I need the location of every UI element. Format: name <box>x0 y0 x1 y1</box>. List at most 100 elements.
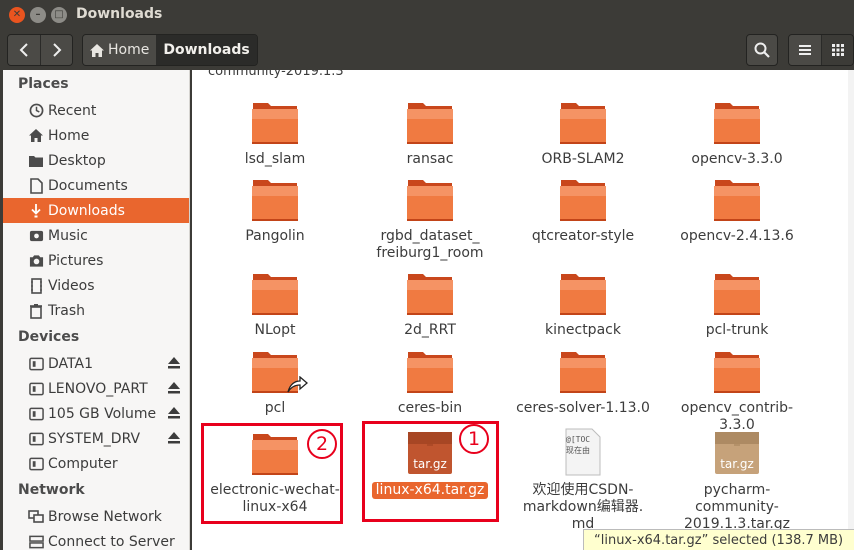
sidebar-item-videos[interactable]: Videos <box>3 273 189 298</box>
music-icon <box>27 227 45 245</box>
sidebar-item-desktop[interactable]: Desktop <box>3 148 189 173</box>
file-view: community-2019.1.3 lsd_slam ransac ORB-SLA… <box>192 70 854 550</box>
eject-icon[interactable] <box>167 431 181 445</box>
drive-icon <box>27 380 45 398</box>
sidebar-item-data1[interactable]: DATA1 <box>3 351 189 376</box>
folder-item[interactable]: kinectpack <box>508 268 658 339</box>
eject-icon[interactable] <box>167 381 181 395</box>
folder-icon <box>250 97 300 145</box>
sidebar-item-downloads[interactable]: Downloads <box>3 198 189 223</box>
drive-icon <box>27 355 45 373</box>
devices-header: Devices <box>18 329 80 345</box>
sidebar-item-label: Documents <box>48 177 128 194</box>
grid-view-button[interactable] <box>821 35 853 65</box>
folder-icon <box>405 97 455 145</box>
folder-item[interactable]: ceres-bin <box>355 346 505 417</box>
breadcrumb-home-label: Home <box>108 42 150 58</box>
sidebar-item-label: SYSTEM_DRV <box>48 430 141 447</box>
sidebar-item-105-gb-volume[interactable]: 105 GB Volume <box>3 401 189 426</box>
file-label: lsd_slam <box>244 151 306 167</box>
folder-item[interactable]: ransac <box>355 97 505 168</box>
sidebar-item-label: Computer <box>48 455 118 472</box>
folder-icon <box>558 97 608 145</box>
minimize-window-button[interactable]: – <box>30 7 46 23</box>
file-item[interactable]: tar.gz pycharm- community- 2019.1.3.tar.g… <box>662 428 812 533</box>
sidebar: Places Recent Home Desktop Documents Downloa… <box>3 70 190 550</box>
sidebar-item-browse-network[interactable]: Browse Network <box>3 504 189 529</box>
sidebar-item-trash[interactable]: Trash <box>3 298 189 323</box>
folder-icon <box>712 268 762 316</box>
sidebar-item-label: Home <box>48 127 90 144</box>
sidebar-item-system-drv[interactable]: SYSTEM_DRV <box>3 426 189 451</box>
maximize-window-button[interactable]: □ <box>51 7 67 23</box>
sidebar-item-computer[interactable]: Computer <box>3 451 189 476</box>
sidebar-item-lenovo-part[interactable]: LENOVO_PART <box>3 376 189 401</box>
sidebar-item-recent[interactable]: Recent <box>3 98 189 123</box>
folder-item[interactable]: pcl-trunk <box>662 268 812 339</box>
folder-item[interactable]: opencv-2.4.13.6 <box>662 174 812 245</box>
file-label: pcl <box>264 400 286 416</box>
folder-item[interactable]: Pangolin <box>200 174 350 245</box>
folder-item[interactable]: qtcreator-style <box>508 174 658 245</box>
close-window-button[interactable]: ✕ <box>9 7 25 23</box>
sidebar-item-label: Trash <box>48 302 85 319</box>
sidebar-item-label: Music <box>48 227 88 244</box>
file-label: opencv-3.3.0 <box>691 151 783 167</box>
folder-item[interactable]: rgbd_dataset_ freiburg1_room <box>355 174 505 262</box>
drive-icon <box>27 455 45 473</box>
sidebar-item-label: Desktop <box>48 152 106 169</box>
sidebar-item-connect-to-server[interactable]: Connect to Server <box>3 529 189 550</box>
file-label: ransac <box>406 151 454 167</box>
text-file-icon: @[TOC 现在由 <box>558 428 608 476</box>
sidebar-item-pictures[interactable]: Pictures <box>3 248 189 273</box>
window-title: Downloads <box>76 6 163 22</box>
drive-icon <box>27 405 45 423</box>
folder-item[interactable]: pcl <box>200 346 350 417</box>
home-icon <box>27 127 45 145</box>
folder-item[interactable]: ceres-solver-1.13.0 <box>508 346 658 417</box>
file-label: 欢迎使用CSDN- markdown编辑器. md <box>522 482 644 532</box>
folder-item[interactable]: NLopt <box>200 268 350 339</box>
sidebar-item-documents[interactable]: Documents <box>3 173 189 198</box>
film-icon <box>27 277 45 295</box>
folder-icon <box>712 346 762 394</box>
list-view-button[interactable] <box>789 35 821 65</box>
folder-icon <box>558 174 608 222</box>
sidebar-item-label: Downloads <box>48 202 125 219</box>
folder-item[interactable]: ORB-SLAM2 <box>508 97 658 168</box>
folder-icon <box>712 174 762 222</box>
folder-icon <box>558 346 608 394</box>
folder-icon <box>250 174 300 222</box>
network-header: Network <box>18 482 85 498</box>
search-button[interactable] <box>746 34 778 66</box>
breadcrumb-home[interactable]: Home <box>83 35 157 65</box>
folder-item[interactable]: lsd_slam <box>200 97 350 168</box>
file-label: qtcreator-style <box>531 228 635 244</box>
sidebar-item-label: 105 GB Volume <box>48 405 157 422</box>
eject-icon[interactable] <box>167 406 181 420</box>
breadcrumb: Home Downloads <box>82 34 258 66</box>
breadcrumb-downloads[interactable]: Downloads <box>156 35 257 65</box>
svg-text:@[TOC: @[TOC <box>566 435 590 444</box>
network-icon <box>27 508 45 526</box>
annotation-badge-2: 2 <box>307 429 337 459</box>
scrollbar[interactable] <box>848 70 854 530</box>
folder-item[interactable]: opencv_contrib- 3.3.0 <box>662 346 812 434</box>
status-bar: “linux-x64.tar.gz” selected (138.7 MB) <box>583 529 854 550</box>
file-label-partial[interactable]: community-2019.1.3 <box>208 70 344 79</box>
archive-icon: tar.gz <box>712 428 762 476</box>
sidebar-item-music[interactable]: Music <box>3 223 189 248</box>
annotation-badge-1: 1 <box>459 424 489 454</box>
eject-icon[interactable] <box>167 356 181 370</box>
sidebar-item-label: Browse Network <box>48 508 162 525</box>
download-icon <box>27 202 45 220</box>
file-label: 2d_RRT <box>404 322 456 338</box>
folder-item[interactable]: opencv-3.3.0 <box>662 97 812 168</box>
file-label: ceres-bin <box>397 400 463 416</box>
file-label: kinectpack <box>545 322 621 338</box>
forward-button[interactable] <box>40 35 72 65</box>
folder-item[interactable]: 2d_RRT <box>355 268 505 339</box>
file-item[interactable]: @[TOC 现在由 欢迎使用CSDN- markdown编辑器. md <box>508 428 658 533</box>
back-button[interactable] <box>8 35 40 65</box>
sidebar-item-home[interactable]: Home <box>3 123 189 148</box>
